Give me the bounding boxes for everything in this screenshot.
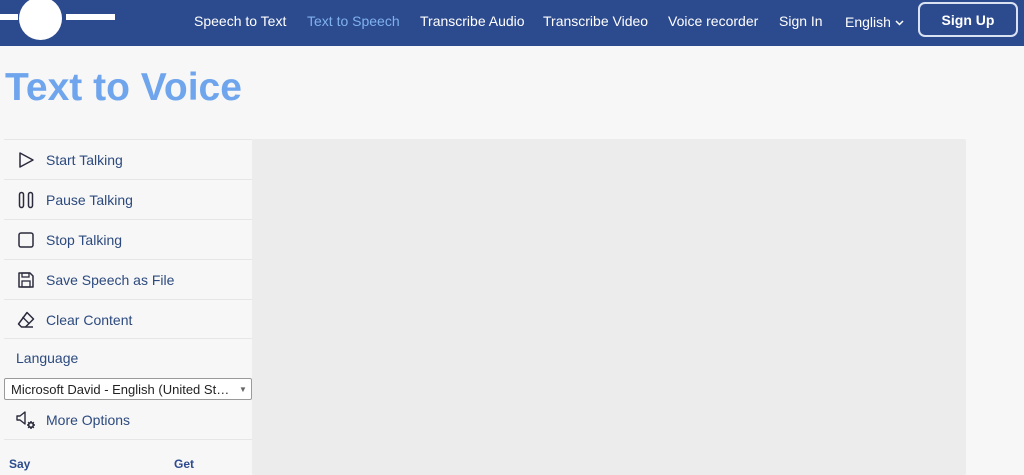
clear-content-button[interactable]: Clear Content [4,299,252,339]
nav-sign-in[interactable]: Sign In [779,11,823,31]
pause-talking-button[interactable]: Pause Talking [4,179,252,219]
say-label: Say [9,457,31,471]
play-icon [14,148,38,172]
speaker-settings-icon [14,408,38,432]
clear-content-label: Clear Content [46,311,133,328]
stop-icon [14,228,38,252]
get-label: Get [174,457,195,471]
nav-transcribe-audio[interactable]: Transcribe Audio [420,11,525,31]
chevron-down-icon [895,11,904,31]
more-options-label: More Options [46,411,131,428]
nav-voice-recorder[interactable]: Voice recorder [668,11,758,31]
logo-bar-right [66,14,115,20]
dropdown-arrow-icon: ▼ [239,384,247,394]
pause-icon [14,188,38,212]
start-talking-button[interactable]: Start Talking [4,139,252,179]
stop-talking-label: Stop Talking [46,231,123,248]
sign-up-button[interactable]: Sign Up [918,2,1018,37]
pause-talking-label: Pause Talking [46,191,133,208]
save-speech-label: Save Speech as File [46,271,175,288]
language-label: English [845,14,891,30]
top-navbar: Speech to Text Text to Speech Transcribe… [0,0,1024,46]
logo-circle [19,0,62,40]
text-input-area[interactable] [252,139,966,475]
divider [4,338,252,339]
save-icon [14,268,38,292]
start-talking-label: Start Talking [46,151,123,168]
save-speech-button[interactable]: Save Speech as File [4,259,252,299]
logo-bar-left [0,14,18,20]
page-title: Text to Voice [5,66,242,109]
logo[interactable] [0,0,120,46]
language-section-label: Language [16,350,79,366]
more-options-button[interactable]: More Options [4,400,252,440]
nav-transcribe-video[interactable]: Transcribe Video [543,11,648,31]
sidebar: Start Talking Pause Talking Stop Talking… [4,139,252,475]
nav-text-to-speech[interactable]: Text to Speech [307,11,400,31]
voice-select-value: Microsoft David - English (United States… [11,381,235,397]
language-dropdown[interactable]: English [845,11,904,31]
voice-select[interactable]: Microsoft David - English (United States… [4,378,252,400]
stop-talking-button[interactable]: Stop Talking [4,219,252,259]
eraser-icon [14,308,38,332]
nav-speech-to-text[interactable]: Speech to Text [194,11,286,31]
